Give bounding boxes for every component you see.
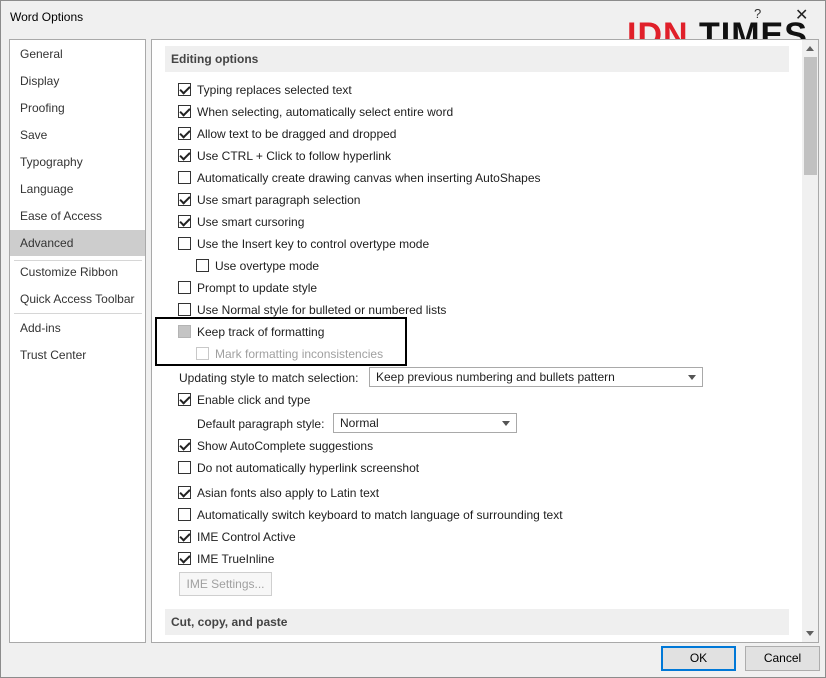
- option-label: Asian fonts also apply to Latin text: [197, 486, 380, 500]
- checkbox[interactable]: [178, 508, 191, 521]
- section-header-editing: Editing options: [165, 46, 789, 72]
- section-header-cut-copy-paste: Cut, copy, and paste: [165, 609, 789, 635]
- option-label: Enable click and type: [197, 393, 311, 407]
- checkbox[interactable]: [178, 127, 191, 140]
- option-label: Keep track of formatting: [197, 325, 325, 339]
- checkbox[interactable]: [178, 105, 191, 118]
- option-label: IME TrueInline: [197, 552, 275, 566]
- checkbox[interactable]: [178, 461, 191, 474]
- ok-button[interactable]: OK: [661, 646, 736, 671]
- cancel-button[interactable]: Cancel: [745, 646, 820, 671]
- options-content-pane: Editing options Typing replaces selected…: [151, 39, 819, 643]
- checkbox[interactable]: [178, 281, 191, 294]
- option-label: Use smart cursoring: [197, 215, 305, 229]
- option-label: Use CTRL + Click to follow hyperlink: [197, 149, 391, 163]
- checkbox: [196, 347, 209, 360]
- option-label: When selecting, automatically select ent…: [197, 105, 454, 119]
- checkbox[interactable]: [178, 303, 191, 316]
- option-label: Mark formatting inconsistencies: [215, 347, 384, 361]
- scroll-up-icon[interactable]: [806, 46, 814, 51]
- chevron-down-icon: [502, 421, 510, 426]
- default-paragraph-style-dropdown[interactable]: Normal: [333, 413, 517, 433]
- sidebar-item-display[interactable]: Display: [10, 68, 145, 94]
- options-sidebar: General Display Proofing Save Typography…: [9, 39, 146, 643]
- option-label: Use smart paragraph selection: [197, 193, 361, 207]
- scroll-down-icon[interactable]: [806, 631, 814, 636]
- sidebar-item-trust-center[interactable]: Trust Center: [10, 342, 145, 368]
- checkbox[interactable]: [178, 149, 191, 162]
- chevron-down-icon: [688, 375, 696, 380]
- updating-style-dropdown[interactable]: Keep previous numbering and bullets patt…: [369, 367, 703, 387]
- scroll-thumb[interactable]: [804, 57, 817, 175]
- sidebar-item-save[interactable]: Save: [10, 122, 145, 148]
- sidebar-item-quick-access-toolbar[interactable]: Quick Access Toolbar: [10, 286, 145, 312]
- sidebar-item-language[interactable]: Language: [10, 176, 145, 202]
- checkbox[interactable]: [178, 171, 191, 184]
- checkbox[interactable]: [178, 393, 191, 406]
- checkbox[interactable]: [178, 215, 191, 228]
- checkbox[interactable]: [178, 237, 191, 250]
- option-label: IME Control Active: [197, 530, 296, 544]
- checkbox[interactable]: [178, 439, 191, 452]
- option-label: Use overtype mode: [215, 259, 320, 273]
- checkbox[interactable]: [178, 486, 191, 499]
- sidebar-item-advanced[interactable]: Advanced: [10, 230, 145, 256]
- checkbox[interactable]: [178, 325, 191, 338]
- option-label: Automatically switch keyboard to match l…: [197, 508, 563, 522]
- option-label: Use the Insert key to control overtype m…: [197, 237, 430, 251]
- option-label: Typing replaces selected text: [197, 83, 352, 97]
- option-label: Allow text to be dragged and dropped: [197, 127, 397, 141]
- option-label: Do not automatically hyperlink screensho…: [197, 461, 420, 475]
- sidebar-item-typography[interactable]: Typography: [10, 149, 145, 175]
- ime-settings-button: IME Settings...: [179, 572, 272, 596]
- updating-style-label: Updating style to match selection:: [179, 371, 359, 385]
- checkbox[interactable]: [178, 193, 191, 206]
- sidebar-item-ease-of-access[interactable]: Ease of Access: [10, 203, 145, 229]
- checkbox[interactable]: [178, 530, 191, 543]
- option-label: Prompt to update style: [197, 281, 318, 295]
- option-label: Automatically create drawing canvas when…: [197, 171, 541, 185]
- sidebar-item-proofing[interactable]: Proofing: [10, 95, 145, 121]
- vertical-scrollbar[interactable]: [802, 40, 818, 642]
- sidebar-divider: [14, 313, 142, 314]
- checkbox[interactable]: [196, 259, 209, 272]
- default-paragraph-style-label: Default paragraph style:: [197, 417, 325, 431]
- option-label: Show AutoComplete suggestions: [197, 439, 374, 453]
- word-options-dialog: Word Options ? ✕ IDN TIMES General Displ…: [0, 0, 826, 678]
- window-title: Word Options: [10, 10, 84, 24]
- dropdown-value: Keep previous numbering and bullets patt…: [376, 370, 615, 384]
- dropdown-value: Normal: [340, 416, 379, 430]
- sidebar-item-general[interactable]: General: [10, 41, 145, 67]
- checkbox[interactable]: [178, 552, 191, 565]
- checkbox[interactable]: [178, 83, 191, 96]
- sidebar-item-add-ins[interactable]: Add-ins: [10, 315, 145, 341]
- sidebar-item-customize-ribbon[interactable]: Customize Ribbon: [10, 259, 145, 285]
